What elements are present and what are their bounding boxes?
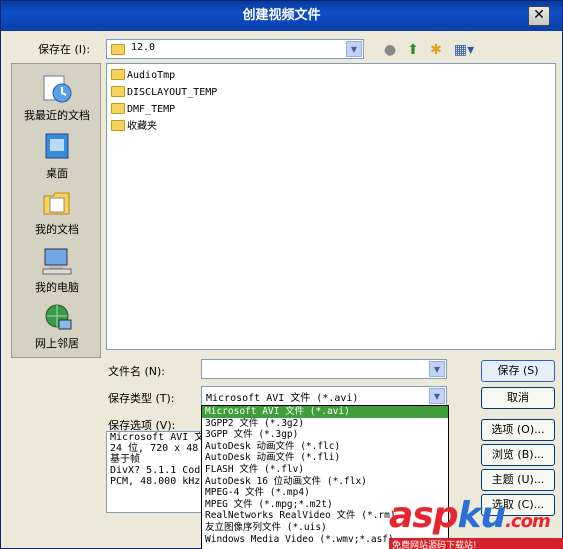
save-options-box: Microsoft AVI 文 24 位, 720 x 48 基于帧 DivX?… — [106, 431, 210, 513]
dropdown-item[interactable]: Microsoft AVI 文件 (*.avi) — [202, 406, 448, 418]
new-folder-icon[interactable]: ✱ — [427, 41, 445, 59]
cancel-button[interactable]: 取消 — [481, 387, 555, 409]
location-combo[interactable]: 12.0 ▼ — [106, 39, 364, 59]
chevron-down-icon[interactable]: ▼ — [429, 361, 445, 377]
dropdown-item[interactable]: AutoDesk 动画文件 (*.flc) — [202, 441, 448, 453]
folder-icon — [111, 68, 125, 80]
option-line: Microsoft AVI 文 — [110, 432, 205, 443]
back-icon[interactable]: ● — [381, 41, 399, 59]
savetype-select[interactable]: Microsoft AVI 文件 (*.avi) ▼ — [201, 386, 447, 406]
savetype-label: 保存类型 (T): — [108, 392, 175, 405]
list-item[interactable]: DISCLAYOUT_TEMP — [111, 85, 217, 101]
save-in-label: 保存在 (I): — [38, 43, 91, 56]
place-my-documents[interactable]: 我的文档 — [12, 188, 102, 237]
theme-button[interactable]: 主题 (U)... — [481, 469, 555, 491]
option-line: PCM, 48.000 kHz — [110, 476, 201, 487]
savetype-value: Microsoft AVI 文件 (*.avi) — [206, 393, 359, 404]
recent-documents-icon — [43, 75, 72, 103]
window-title: 创建视频文件 — [242, 8, 321, 23]
dropdown-item[interactable]: 3GPP2 文件 (*.3g2) — [202, 418, 448, 430]
up-folder-icon[interactable]: ⬆ — [404, 41, 422, 59]
place-label: 我最近的文档 — [24, 109, 90, 122]
create-video-dialog: 创建视频文件 ✕ 保存在 (I): 12.0 ▼ ● ⬆ ✱ ▦▾ 我最近的文档… — [0, 0, 563, 549]
place-label: 我的文档 — [35, 223, 79, 236]
network-places-icon — [45, 304, 72, 330]
place-label: 桌面 — [46, 167, 68, 180]
option-line: DivX? 5.1.1 Cod — [110, 465, 201, 476]
option-line: 基于帧 — [110, 454, 140, 465]
chevron-down-icon[interactable]: ▼ — [429, 388, 445, 404]
title-bar: 创建视频文件 — [1, 1, 562, 31]
file-list[interactable]: AudioTmp DISCLAYOUT_TEMP DMF_TEMP 收藏夹 — [106, 63, 556, 350]
dropdown-item[interactable]: AutoDesk 16 位动画文件 (*.flx) — [202, 476, 448, 488]
my-documents-icon — [43, 192, 70, 215]
view-menu-icon[interactable]: ▦▾ — [452, 41, 476, 59]
folder-icon — [111, 102, 125, 114]
option-line: 24 位, 720 x 48 — [110, 443, 199, 454]
dropdown-item[interactable]: FLASH 文件 (*.flv) — [202, 464, 448, 476]
close-button[interactable]: ✕ — [528, 6, 550, 26]
my-computer-icon — [42, 248, 72, 275]
dropdown-item[interactable]: AutoDesk 动画文件 (*.fli) — [202, 452, 448, 464]
watermark-logo: aspku.com 免费网站源码下载站! — [389, 496, 563, 549]
places-bar: 我最近的文档 桌面 我的文档 我的电脑 网上邻居 — [11, 63, 101, 358]
desktop-icon — [45, 133, 69, 159]
list-item[interactable]: DMF_TEMP — [111, 102, 175, 118]
list-item[interactable]: 收藏夹 — [111, 119, 157, 135]
folder-icon — [111, 44, 125, 55]
list-item[interactable]: AudioTmp — [111, 68, 175, 84]
place-label: 我的电脑 — [35, 281, 79, 294]
folder-icon — [111, 119, 125, 131]
watermark-text: aspku.com — [389, 495, 551, 536]
place-my-computer[interactable]: 我的电脑 — [12, 246, 102, 295]
browse-button[interactable]: 浏览 (B)... — [481, 444, 555, 466]
place-network[interactable]: 网上邻居 — [12, 302, 102, 351]
filename-field[interactable]: ▼ — [201, 359, 447, 379]
place-desktop[interactable]: 桌面 — [12, 132, 102, 181]
place-label: 网上邻居 — [35, 337, 79, 350]
chevron-down-icon[interactable]: ▼ — [346, 41, 362, 57]
dropdown-item[interactable]: 3GPP 文件 (*.3gp) — [202, 429, 448, 441]
location-value: 12.0 — [131, 42, 156, 53]
folder-icon — [111, 85, 125, 97]
place-recent[interactable]: 我最近的文档 — [12, 74, 102, 123]
options-button[interactable]: 选项 (O)... — [481, 419, 555, 441]
save-button[interactable]: 保存 (S) — [481, 360, 555, 382]
filename-label: 文件名 (N): — [108, 365, 166, 378]
